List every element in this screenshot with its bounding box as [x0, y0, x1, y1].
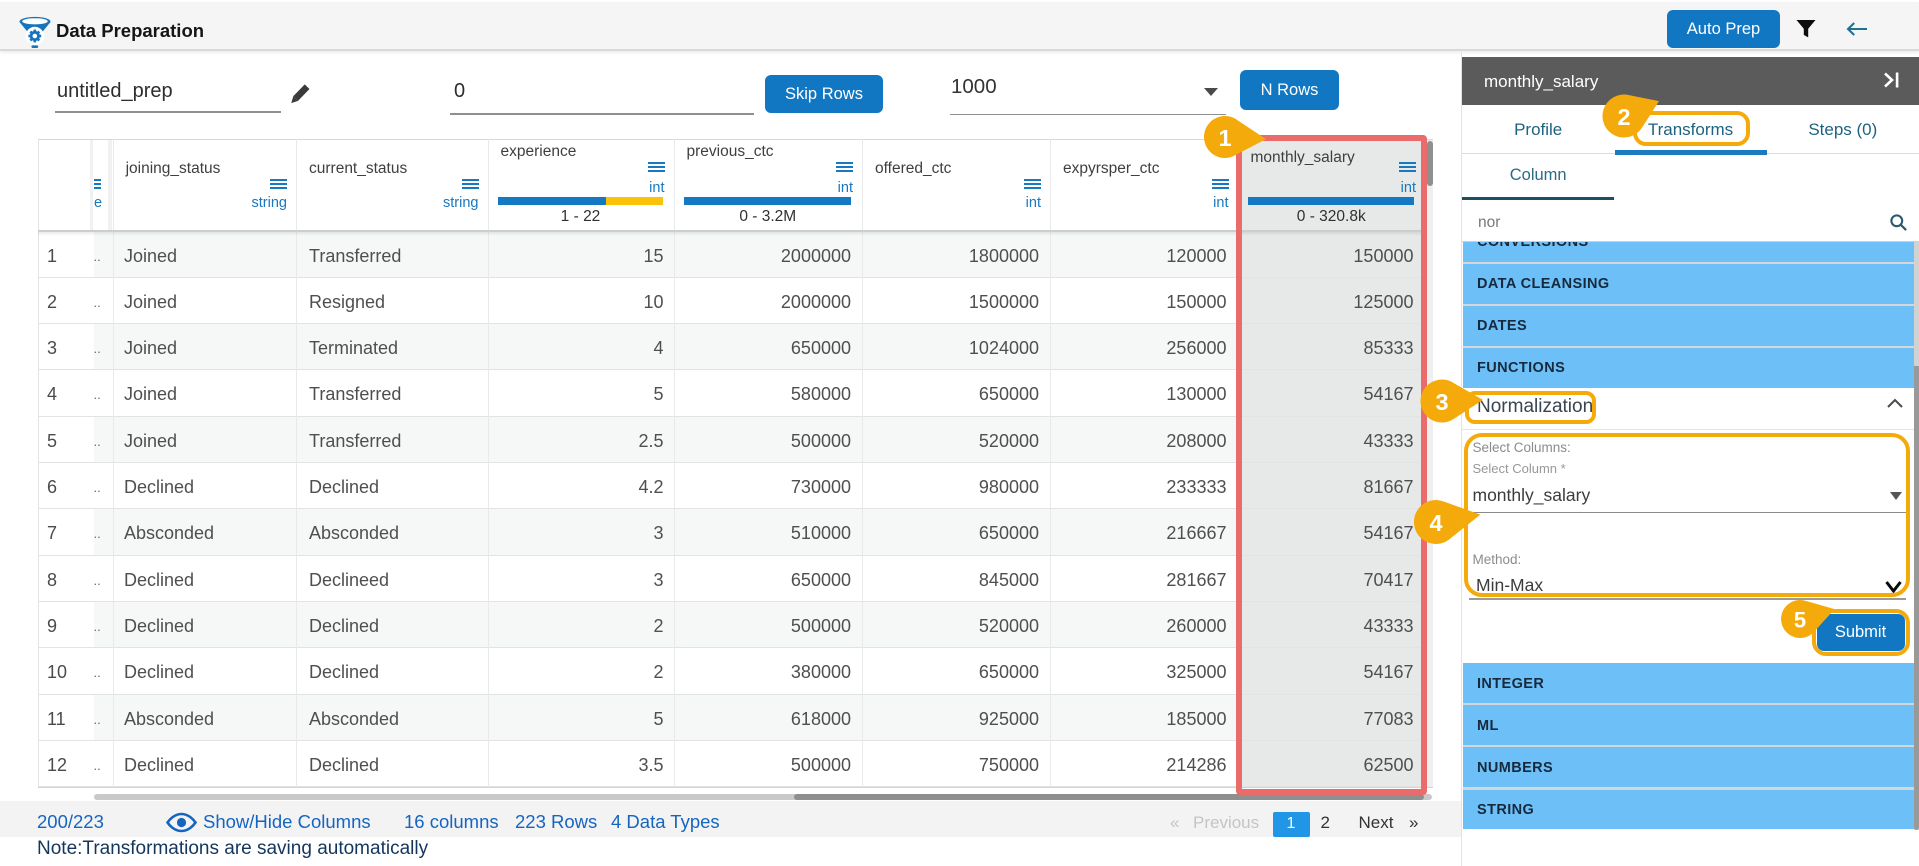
svg-text:3: 3: [1435, 389, 1448, 415]
svg-text:5: 5: [1794, 608, 1806, 633]
svg-text:4: 4: [1429, 510, 1442, 536]
svg-text:1: 1: [1218, 125, 1231, 151]
svg-text:2: 2: [1617, 104, 1630, 130]
